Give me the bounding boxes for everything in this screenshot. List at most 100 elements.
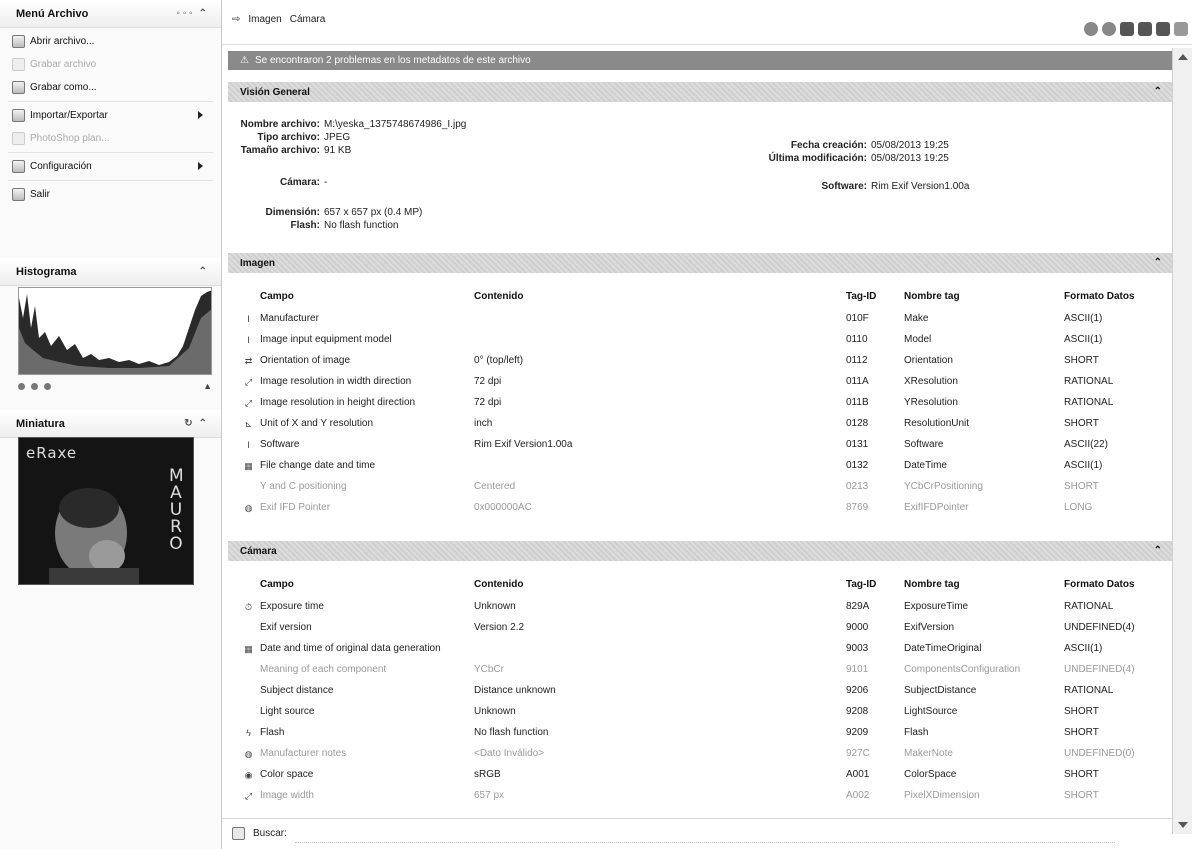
nav-arrow-icon[interactable]: ⇨ (232, 14, 240, 25)
info-icon[interactable] (1084, 22, 1098, 36)
cell-nombre: DateTimeOriginal (904, 643, 982, 654)
cell-campo: Exif version (260, 622, 312, 633)
menu-item-save-as[interactable]: Grabar como... (0, 76, 221, 99)
table-row[interactable]: Subject distance Distance unknown 9206 Subj… (228, 681, 1172, 702)
menu-item-settings[interactable]: Configuración (0, 155, 221, 178)
table-row[interactable]: ▦ File change date and time 0132 DateTime AS… (228, 456, 1172, 477)
imagen-title: Imagen (240, 257, 276, 269)
open-file-icon (12, 35, 25, 48)
collapse-chevron-icon[interactable]: ⌃ (199, 418, 207, 429)
table-row[interactable]: ⤢ Image resolution in height direction 72 … (228, 393, 1172, 414)
cell-formato: RATIONAL (1064, 376, 1114, 387)
export-icon[interactable] (1156, 22, 1170, 36)
vertical-scrollbar[interactable] (1172, 48, 1192, 834)
grid-icon[interactable] (1120, 22, 1134, 36)
menu-item-import-export[interactable]: Importar/Exportar (0, 104, 221, 127)
cell-campo: Image resolution in width direction (260, 376, 412, 387)
menu-item-open-file[interactable]: Abrir archivo... (0, 30, 221, 53)
imagen-section-header[interactable]: Imagen ⌃ (228, 253, 1172, 273)
column-header-tagid[interactable]: Tag-ID (846, 579, 876, 590)
cell-nombre: PixelXDimension (904, 790, 980, 801)
column-header-tagid[interactable]: Tag-ID (846, 291, 876, 302)
menu-item-exit[interactable]: Salir (0, 183, 221, 206)
table-row[interactable]: ▦ Date and time of original data generati… (228, 639, 1172, 660)
table-row[interactable]: I Software Rim Exif Version1.00a 0131 Softwa… (228, 435, 1172, 456)
table-row[interactable]: ⊾ Unit of X and Y resolution inch 0128 Resol… (228, 414, 1172, 435)
cell-formato: SHORT (1064, 727, 1099, 738)
table-row[interactable]: ⏱ Exposure time Unknown 829A ExposureTime RAT… (228, 597, 1172, 618)
document-icon[interactable] (1138, 22, 1152, 36)
cell-campo: Manufacturer (260, 313, 319, 324)
table-row[interactable]: Exif version Version 2.2 9000 ExifVersion UN… (228, 618, 1172, 639)
save-file-icon (12, 58, 25, 71)
table-row[interactable]: ⤢ Image resolution in width direction 72 d… (228, 372, 1172, 393)
rotate-icon[interactable]: ↻ (184, 418, 192, 429)
table-row[interactable]: I Image input equipment model 0110 Model ASC… (228, 330, 1172, 351)
column-header-campo[interactable]: Campo (260, 579, 294, 590)
column-header-campo[interactable]: Campo (260, 291, 294, 302)
field-value: - (324, 177, 328, 188)
histogram-channel-icon[interactable] (18, 382, 25, 390)
field-label: Dimensión: (265, 207, 320, 218)
table-row[interactable]: ◍ Exif IFD Pointer 0x000000AC 8769 ExifIFDPo… (228, 498, 1172, 519)
top-bar: ⇨ Imagen Cámara (222, 0, 1192, 45)
cell-tagid: 829A (846, 601, 870, 612)
table-row[interactable]: ϟ Flash No flash function 9209 Flash SHORT (228, 723, 1172, 744)
menu-item-photoshop[interactable]: PhotoShop plan... (0, 127, 221, 150)
cell-campo: Flash (260, 727, 285, 738)
table-row[interactable]: ◉ Color space sRGB A001 ColorSpace SHORT (228, 765, 1172, 786)
column-header-formato[interactable]: Formato Datos (1064, 291, 1135, 302)
cell-nombre: SubjectDistance (904, 685, 977, 696)
menu-item-save-file[interactable]: Grabar archivo (0, 53, 221, 76)
collapse-chevron-icon[interactable]: ⌃ (199, 8, 207, 19)
cell-contenido: 72 dpi (474, 397, 502, 408)
histogram-channel-icon[interactable] (44, 382, 51, 390)
cell-contenido: 72 dpi (474, 376, 502, 387)
overview-section-header[interactable]: Visión General ⌃ (228, 82, 1172, 102)
cell-formato: UNDEFINED(4) (1064, 664, 1135, 675)
cell-nombre: XResolution (904, 376, 958, 387)
column-header-formato[interactable]: Formato Datos (1064, 579, 1135, 590)
globe-icon[interactable] (1102, 22, 1116, 36)
cell-tagid: 8769 (846, 502, 869, 513)
column-header-contenido[interactable]: Contenido (474, 291, 523, 302)
field-value: JPEG (324, 132, 351, 143)
cell-contenido: YCbCr (474, 664, 505, 675)
submenu-arrow-icon (198, 162, 203, 170)
collapse-chevron-icon[interactable]: ⌃ (1154, 257, 1162, 268)
search-input[interactable] (294, 824, 1115, 843)
cell-campo: Y and C positioning (260, 481, 347, 492)
breadcrumb-item-imagen[interactable]: Imagen (248, 14, 281, 25)
column-header-contenido[interactable]: Contenido (474, 579, 523, 590)
collapse-chevron-icon[interactable]: ⌃ (1154, 86, 1162, 97)
table-row[interactable]: ⇄ Orientation of image 0° (top/left) 0112 Or… (228, 351, 1172, 372)
collapse-chevron-icon[interactable]: ⌃ (1154, 545, 1162, 556)
table-row[interactable]: I Manufacturer 010F Make ASCII(1) (228, 309, 1172, 330)
table-row[interactable]: ◍ Manufacturer notes <Dato Inválido> 927C Ma… (228, 744, 1172, 765)
breadcrumb-item-camara[interactable]: Cámara (290, 14, 326, 25)
table-row[interactable]: ⤢ Image width 657 px A002 PixelXDimension SHO… (228, 786, 1172, 807)
histogram-settings-icon[interactable]: ▲ (203, 381, 212, 391)
print-icon[interactable] (1174, 22, 1188, 36)
collapse-chevron-icon[interactable]: ⌃ (199, 266, 207, 277)
settings-icon (12, 160, 25, 173)
cell-campo: Exif IFD Pointer (260, 502, 331, 513)
cell-campo: Image width (260, 790, 314, 801)
photoshop-icon (12, 132, 25, 145)
camara-section-header[interactable]: Cámara ⌃ (228, 541, 1172, 561)
row-icon (243, 665, 254, 675)
scroll-down-icon[interactable] (1178, 822, 1188, 828)
table-row[interactable]: Meaning of each component YCbCr 9101 Compon… (228, 660, 1172, 681)
field-value: 657 x 657 px (0.4 MP) (324, 207, 423, 218)
table-row[interactable]: Light source Unknown 9208 LightSource SHORT (228, 702, 1172, 723)
table-row[interactable]: Y and C positioning Centered 0213 YCbCrPosi… (228, 477, 1172, 498)
menu-options-icon[interactable]: ◦ ◦ ◦ (176, 8, 192, 19)
column-header-nombre[interactable]: Nombre tag (904, 579, 960, 590)
histogram-channel-icon[interactable] (31, 382, 38, 390)
cell-nombre: YCbCrPositioning (904, 481, 983, 492)
scroll-up-icon[interactable] (1178, 54, 1188, 60)
search-label: Buscar: (253, 828, 287, 839)
warning-banner[interactable]: ⚠ Se encontraron 2 problemas en los meta… (228, 51, 1172, 70)
column-header-nombre[interactable]: Nombre tag (904, 291, 960, 302)
menu-item-label: PhotoShop plan... (30, 133, 110, 144)
